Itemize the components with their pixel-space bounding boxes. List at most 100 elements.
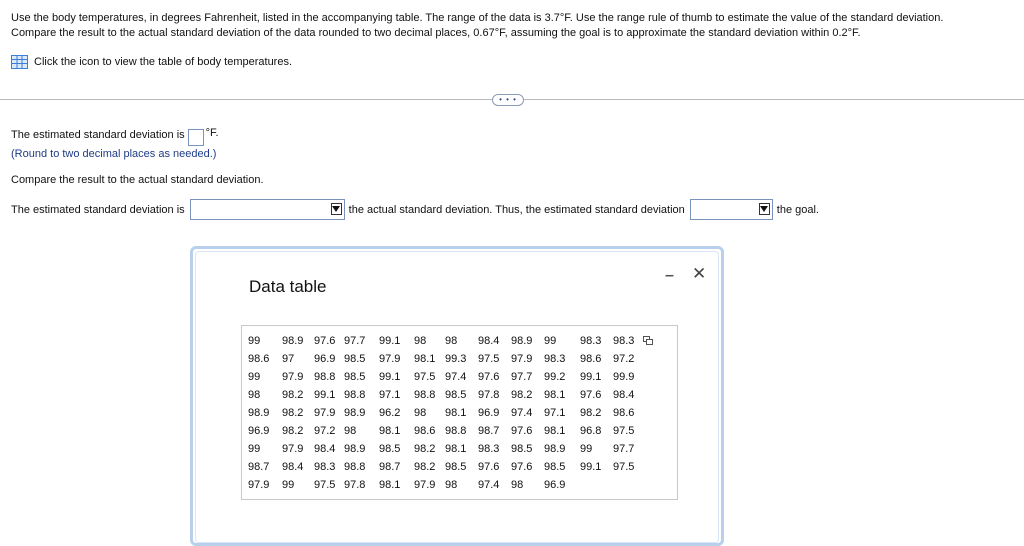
table-cell: 99.1 — [580, 461, 602, 473]
table-cell: 97.8 — [478, 389, 500, 401]
comparison-dropdown[interactable] — [189, 199, 345, 220]
table-cell: 98 — [445, 479, 458, 491]
table-cell: 97.4 — [478, 479, 500, 491]
table-cell: 96.9 — [248, 425, 270, 437]
table-cell: 98.6 — [580, 353, 602, 365]
table-cell: 97.6 — [511, 425, 533, 437]
table-cell: 97.6 — [314, 335, 336, 347]
table-cell: 98.8 — [344, 389, 366, 401]
table-cell: 98.6 — [248, 353, 270, 365]
table-cell: 98.2 — [414, 443, 436, 455]
table-cell: 97.1 — [379, 389, 401, 401]
table-cell: 98.2 — [580, 407, 602, 419]
table-cell: 99 — [248, 335, 261, 347]
table-cell: 99 — [544, 335, 557, 347]
table-cell: 99.1 — [379, 371, 401, 383]
table-cell: 98.2 — [282, 389, 304, 401]
view-table-link[interactable]: Click the icon to view the table of body… — [11, 55, 292, 69]
table-cell: 97.9 — [282, 443, 304, 455]
table-cell: 98.3 — [478, 443, 500, 455]
table-cell: 98.4 — [613, 389, 635, 401]
table-cell: 98.5 — [445, 389, 467, 401]
table-cell: 98.2 — [282, 407, 304, 419]
table-cell: 98 — [414, 335, 427, 347]
temperature-data-table: 99 98.9 97.6 97.7 99.1 98 98 98.4 98.9 99 98.3 98.3… — [241, 325, 678, 500]
table-cell: 98.3 — [314, 461, 336, 473]
goal-dropdown[interactable] — [689, 199, 773, 220]
table-cell: 97.9 — [379, 353, 401, 365]
sentence-suffix: the goal. — [776, 203, 819, 216]
table-grid-icon[interactable] — [11, 55, 28, 69]
table-cell: 98.5 — [344, 371, 366, 383]
sentence-middle: the actual standard deviation. Thus, the… — [348, 203, 685, 216]
table-cell: 98.9 — [344, 443, 366, 455]
table-cell: 98.5 — [445, 461, 467, 473]
table-cell: 98.5 — [379, 443, 401, 455]
table-cell: 98.6 — [414, 425, 436, 437]
table-cell: 98.7 — [248, 461, 270, 473]
table-cell: 99 — [282, 479, 295, 491]
table-cell: 98.1 — [445, 407, 467, 419]
table-cell: 99 — [248, 371, 261, 383]
table-cell: 97.9 — [248, 479, 270, 491]
copy-icon[interactable] — [643, 336, 653, 345]
table-cell: 98.1 — [544, 425, 566, 437]
table-cell: 98.1 — [379, 425, 401, 437]
table-cell: 97.2 — [314, 425, 336, 437]
table-cell: 97.9 — [314, 407, 336, 419]
table-cell: 98 — [344, 425, 357, 437]
table-cell: 98.8 — [414, 389, 436, 401]
table-cell: 97.6 — [580, 389, 602, 401]
table-cell: 97.5 — [613, 425, 635, 437]
table-cell: 96.2 — [379, 407, 401, 419]
chevron-down-icon[interactable] — [758, 203, 770, 215]
table-cell: 98.2 — [511, 389, 533, 401]
table-cell: 98.9 — [544, 443, 566, 455]
question-text: Use the body temperatures, in degrees Fa… — [11, 11, 1011, 41]
expand-button[interactable]: • • • — [492, 94, 524, 106]
modal-title: Data table — [249, 277, 327, 296]
close-icon[interactable]: ✕ — [692, 264, 706, 284]
table-cell: 97.5 — [478, 353, 500, 365]
estimate-prefix: The estimated standard deviation is — [11, 129, 185, 141]
chevron-down-icon[interactable] — [330, 203, 342, 215]
table-cell: 98.1 — [445, 443, 467, 455]
table-cell: 98.5 — [344, 353, 366, 365]
minimize-icon[interactable]: – — [665, 267, 674, 285]
question-line-2: Compare the result to the actual standar… — [11, 27, 861, 39]
table-cell: 98.5 — [511, 443, 533, 455]
table-cell: 99.3 — [445, 353, 467, 365]
table-cell: 98.7 — [478, 425, 500, 437]
table-cell: 97.8 — [344, 479, 366, 491]
table-cell: 98 — [445, 335, 458, 347]
table-cell: 98.8 — [314, 371, 336, 383]
estimate-answer-input[interactable] — [187, 129, 204, 146]
table-cell: 98 — [248, 389, 261, 401]
table-cell: 98.3 — [580, 335, 602, 347]
table-cell: 97.9 — [282, 371, 304, 383]
compare-instruction: Compare the result to the actual standar… — [11, 174, 264, 186]
table-cell: 97.4 — [445, 371, 467, 383]
table-cell: 99.2 — [544, 371, 566, 383]
table-cell: 97.9 — [511, 353, 533, 365]
comparison-sentence: The estimated standard deviation is the … — [11, 199, 819, 220]
table-cell: 99.9 — [613, 371, 635, 383]
table-cell: 97.4 — [511, 407, 533, 419]
table-cell: 97.2 — [613, 353, 635, 365]
table-cell: 97.6 — [511, 461, 533, 473]
view-table-link-label[interactable]: Click the icon to view the table of body… — [34, 56, 292, 68]
table-cell: 98.2 — [414, 461, 436, 473]
table-cell: 97.7 — [511, 371, 533, 383]
table-cell: 98 — [511, 479, 524, 491]
table-cell: 98 — [414, 407, 427, 419]
table-cell: 99 — [248, 443, 261, 455]
estimate-line: The estimated standard deviation is °F. — [11, 127, 219, 146]
table-cell: 97 — [282, 353, 295, 365]
table-cell: 97.5 — [314, 479, 336, 491]
table-cell: 97.5 — [613, 461, 635, 473]
table-cell: 98.1 — [379, 479, 401, 491]
table-cell: 98.8 — [344, 461, 366, 473]
table-cell: 98.2 — [282, 425, 304, 437]
table-cell: 98.9 — [282, 335, 304, 347]
table-cell: 96.9 — [314, 353, 336, 365]
